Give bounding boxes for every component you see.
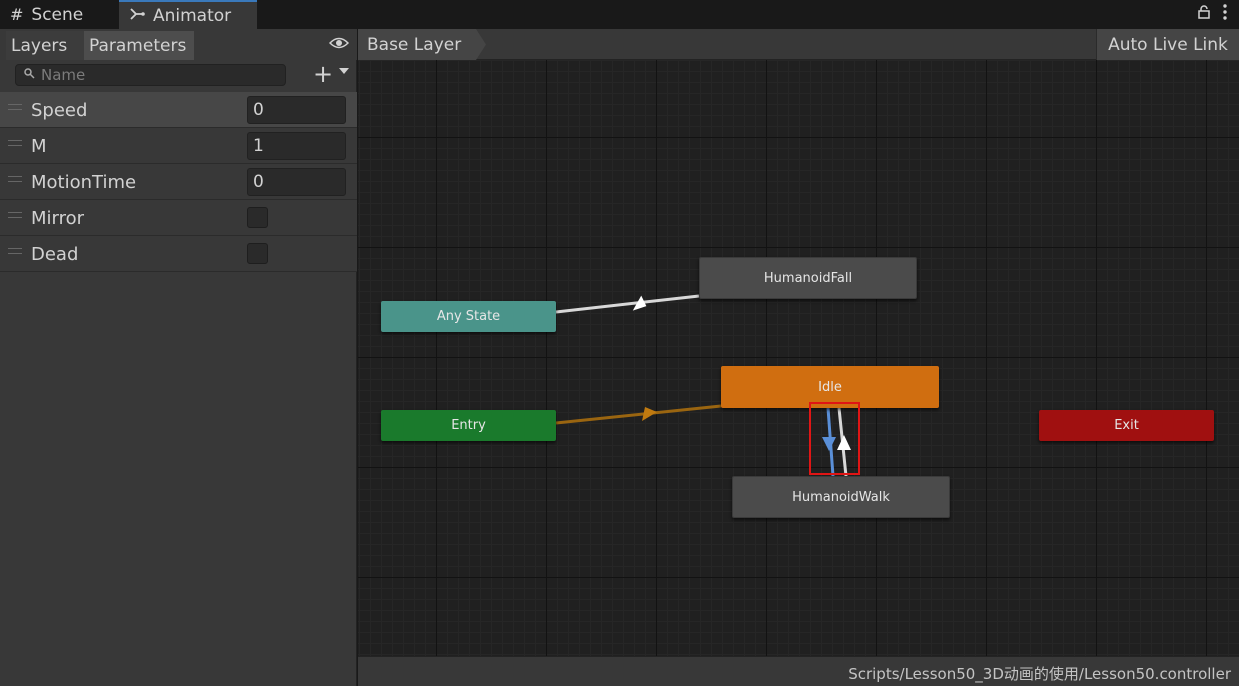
drag-handle-icon[interactable] [8,104,22,110]
parameter-row-speed[interactable]: Speed 0 [0,92,357,128]
parameter-name: Mirror [31,208,85,229]
highlight-annotation [809,402,860,475]
breadcrumb[interactable]: Base Layer [358,29,486,60]
search-icon [24,68,35,82]
chevron-down-icon[interactable] [339,68,349,74]
controller-path: Scripts/Lesson50_3D动画的使用/Lesson50.contro… [848,665,1231,683]
parameter-checkbox[interactable] [247,207,268,228]
transition-anystate-fall [555,294,700,314]
eye-icon[interactable] [328,36,350,50]
transition-wires [555,294,851,477]
grid-icon: # [10,5,24,24]
lock-icon[interactable] [1197,5,1211,23]
parameter-row-dead[interactable]: Dead [0,236,357,272]
drag-handle-icon[interactable] [8,176,22,182]
status-bar: Scripts/Lesson50_3D动画的使用/Lesson50.contro… [358,656,1239,686]
state-entry[interactable]: Entry [381,410,556,441]
drag-handle-icon[interactable] [8,248,22,254]
graph-header: Base Layer Auto Live Link [358,29,1239,60]
plus-icon[interactable]: + [313,62,333,86]
drag-handle-icon[interactable] [8,212,22,218]
parameter-row-motiontime[interactable]: MotionTime 0 [0,164,357,200]
tab-layers[interactable]: Layers [6,31,84,60]
parameter-row-m[interactable]: M 1 [0,128,357,164]
tab-animator-label: Animator [153,5,232,26]
drag-handle-icon[interactable] [8,140,22,146]
tab-scene-label: Scene [31,4,84,25]
parameter-name: M [31,136,47,157]
state-humanoidfall[interactable]: HumanoidFall [699,257,917,299]
parameter-checkbox[interactable] [247,243,268,264]
parameter-list: Speed 0 M 1 MotionTime 0 Mirror Dead [0,92,357,272]
transition-entry-idle [555,404,722,425]
kebab-menu-icon[interactable] [1223,4,1227,24]
parameters-panel: Layers Parameters Name + Speed 0 M 1 Mot… [0,29,357,686]
animator-graph: Base Layer Auto Live Link HumanoidFall A… [358,29,1239,686]
tab-animator[interactable]: Animator [119,0,257,29]
graph-canvas[interactable]: HumanoidFall Any State Idle Entry Exit H… [358,60,1239,656]
search-row: Name + [0,60,357,92]
animator-icon [129,6,145,25]
window-tab-bar: # Scene Animator [0,0,1239,29]
panel-tabs: Layers Parameters [0,29,357,60]
parameter-name: Dead [31,244,79,265]
tab-bar-controls [1197,4,1227,24]
state-any-state[interactable]: Any State [381,301,556,332]
search-placeholder: Name [41,66,86,84]
parameter-row-mirror[interactable]: Mirror [0,200,357,236]
tab-scene[interactable]: # Scene [0,0,117,29]
state-humanoidwalk[interactable]: HumanoidWalk [732,476,950,518]
parameter-value-field[interactable]: 0 [247,96,346,124]
parameter-value-field[interactable]: 0 [247,168,346,196]
tab-parameters[interactable]: Parameters [84,31,194,60]
parameter-value-field[interactable]: 1 [247,132,346,160]
state-exit[interactable]: Exit [1039,410,1214,441]
search-input[interactable]: Name [15,64,286,86]
parameter-name: Speed [31,100,88,121]
parameter-name: MotionTime [31,172,137,193]
auto-live-link-button[interactable]: Auto Live Link [1096,29,1239,60]
